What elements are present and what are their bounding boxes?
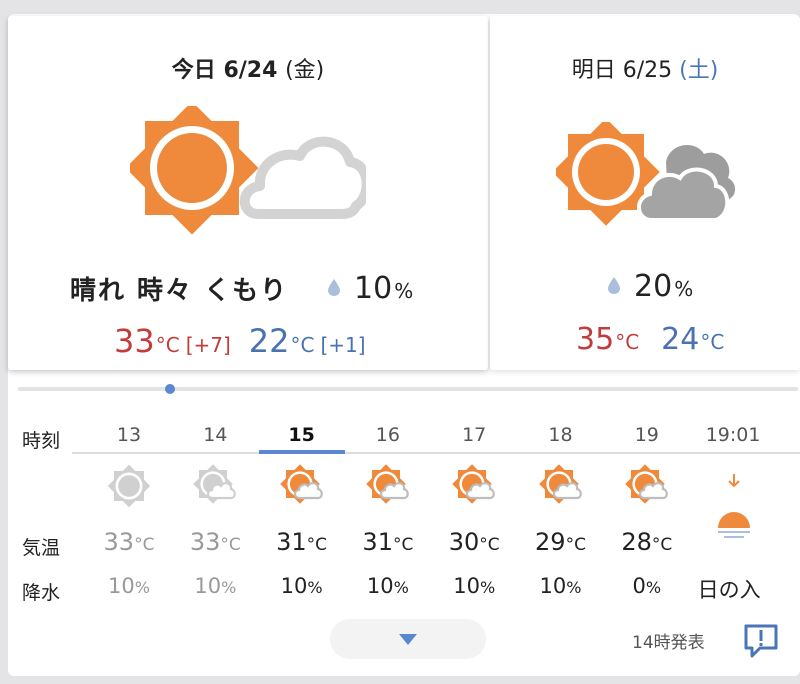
today-high: 33 <box>114 322 155 360</box>
tomorrow-date: 6/25 <box>622 58 673 83</box>
today-card[interactable]: 今日 6/24 (金) 晴れ 時々 くもり 10% 33°C [+7] 22°C… <box>8 16 488 370</box>
today-high-diff: [+7] <box>185 333 231 357</box>
hour-temp: 33°C <box>103 528 155 556</box>
hour-label: 15 <box>288 424 315 446</box>
raindrop-icon <box>608 277 620 294</box>
tomorrow-label: 明日 <box>571 58 616 83</box>
today-title: 今日 6/24 (金) <box>8 52 488 84</box>
tomorrow-low: 24 <box>661 322 700 357</box>
sunset-time: 19:01 <box>705 424 761 446</box>
today-low-diff: [+1] <box>320 333 366 357</box>
hour-rain: 10% <box>194 574 237 598</box>
today-dow: (金) <box>285 58 325 83</box>
sun-cloud-icon <box>452 464 496 512</box>
timeline-track[interactable] <box>18 387 798 391</box>
today-date: 6/24 <box>223 58 278 83</box>
issued-time: 14時発表 <box>632 633 705 653</box>
hour-label: 13 <box>116 424 142 446</box>
hour-temp: 31°C <box>276 528 328 556</box>
hour-label: 16 <box>375 424 400 446</box>
sun-cloud-icon <box>624 464 669 512</box>
hour-label: 17 <box>462 424 487 446</box>
today-precip-value: 10 <box>354 271 393 306</box>
triangle-down-icon <box>399 634 417 645</box>
sun-with-gray-clouds-icon <box>556 122 736 226</box>
sun-cloud-icon <box>193 464 237 512</box>
hour-temp: 29°C <box>535 528 586 556</box>
tomorrow-temps: 35°C 24°C <box>576 322 725 357</box>
hour-rain: 0% <box>632 574 662 598</box>
tomorrow-card[interactable]: 明日 6/25 (土) 20% 35°C 24°C <box>490 16 800 370</box>
tomorrow-high: 35 <box>576 322 615 357</box>
hour-rain: 10% <box>108 574 150 598</box>
hour-temp: 30°C <box>448 528 500 556</box>
today-label: 今日 <box>171 58 216 83</box>
hour-rain: 10% <box>453 574 496 598</box>
hour-divider <box>72 452 800 454</box>
report-bubble-icon[interactable] <box>742 623 780 659</box>
hour-rain: 10% <box>539 574 582 598</box>
sun-with-cloud-icon <box>130 106 366 235</box>
hour-temp: 28°C <box>621 528 673 556</box>
sun-cloud-icon <box>279 464 324 512</box>
rain-row-label: 降水 <box>22 582 61 604</box>
tomorrow-dow: (土) <box>679 58 719 83</box>
today-precip: 10% <box>328 271 413 306</box>
tomorrow-precip: 20% <box>608 269 693 304</box>
sunset-label: 日の入 <box>697 578 761 602</box>
hour-temp: 31°C <box>362 528 414 556</box>
sun-cloud-icon <box>538 464 583 512</box>
hour-label: 19 <box>634 424 659 446</box>
hour-label: 18 <box>548 424 573 446</box>
hour-temp: 33°C <box>189 528 241 556</box>
expand-button[interactable] <box>330 619 486 659</box>
time-row-label: 時刻 <box>22 430 61 452</box>
timeline-now-marker <box>165 384 175 394</box>
today-weather-text: 晴れ 時々 くもり <box>70 276 289 306</box>
sunset-icon <box>712 470 756 552</box>
temp-row-label: 気温 <box>22 537 61 559</box>
raindrop-icon <box>328 279 340 296</box>
hour-label: 14 <box>203 424 228 446</box>
hour-rain: 10% <box>366 574 409 598</box>
sun-cloud-icon <box>366 464 410 512</box>
today-low: 22 <box>248 322 290 360</box>
tomorrow-title: 明日 6/25 (土) <box>490 52 800 84</box>
current-hour-indicator <box>259 450 345 454</box>
today-temps: 33°C [+7] 22°C [+1] <box>114 322 366 360</box>
tomorrow-precip-value: 20 <box>634 269 673 304</box>
sun-icon <box>107 464 151 512</box>
hour-rain: 10% <box>280 574 323 598</box>
